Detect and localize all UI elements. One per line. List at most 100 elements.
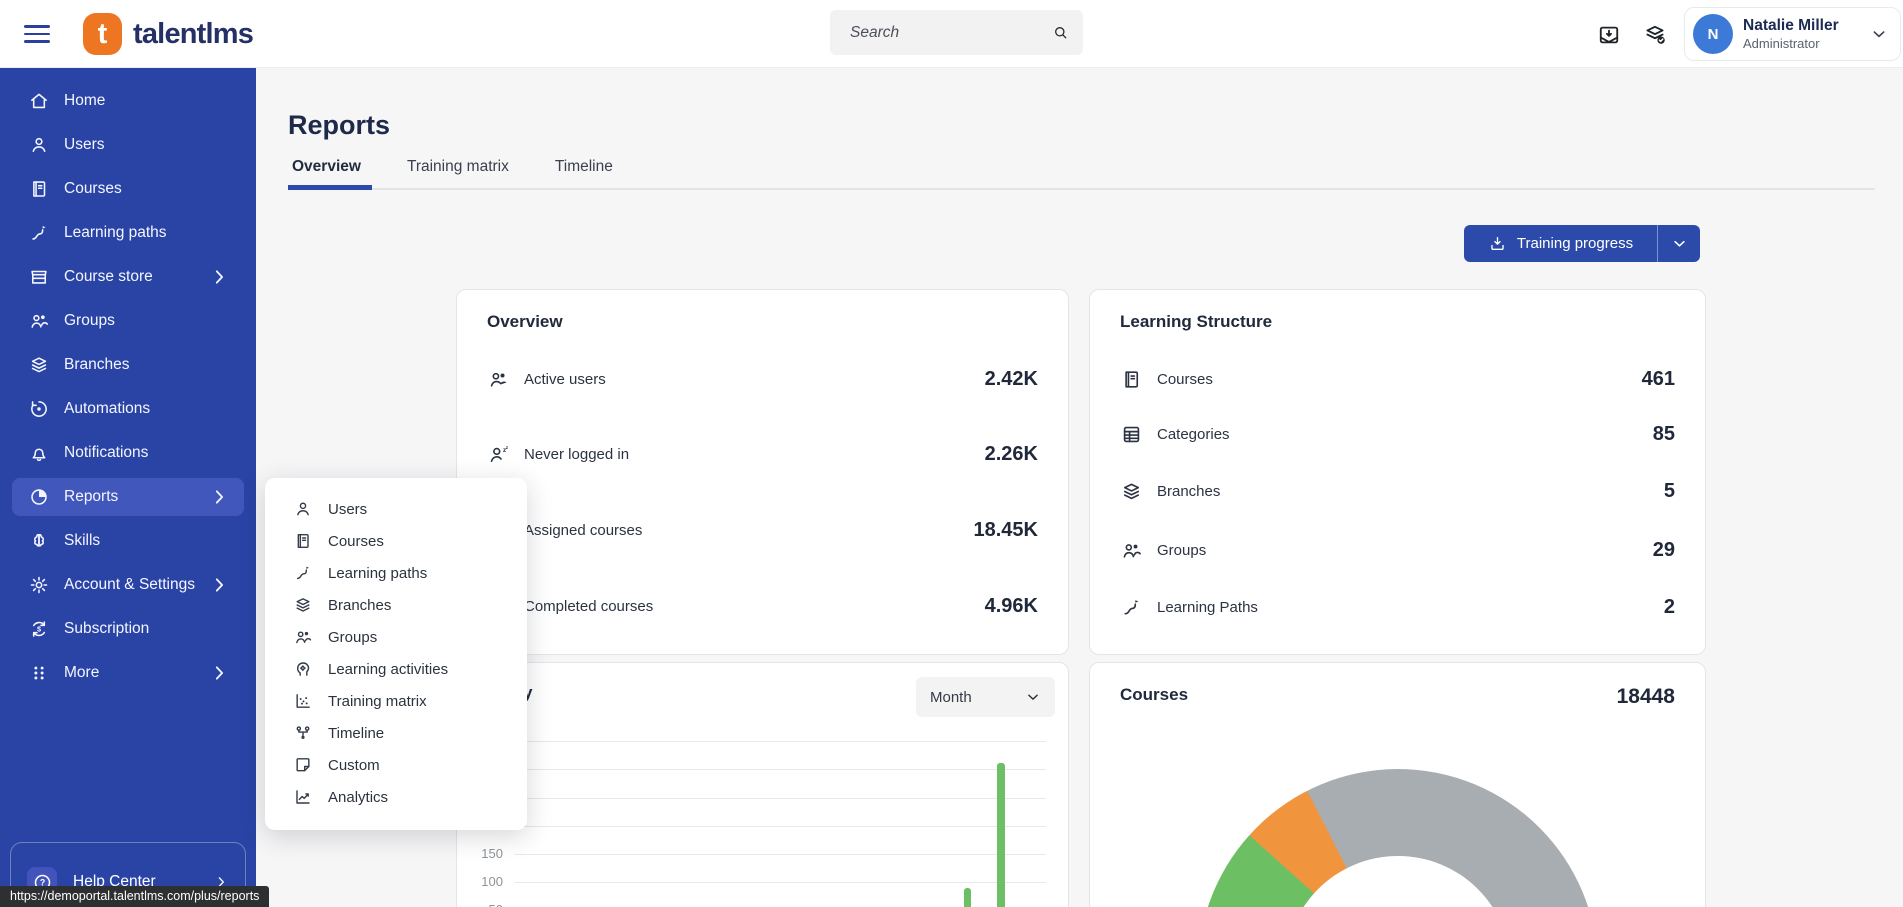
path-icon: [28, 222, 50, 244]
submenu-item-learning-activities[interactable]: Learning activities: [265, 653, 527, 685]
stat-label: Courses: [1157, 371, 1213, 388]
submenu-item-analytics[interactable]: Analytics: [265, 781, 527, 813]
sidebar-item-label: Home: [64, 92, 105, 110]
submenu-label: Training matrix: [328, 693, 427, 710]
sidebar-item-label: Course store: [64, 268, 153, 286]
stat-row-active-users: Active users 2.42K: [487, 359, 1038, 399]
book-icon: [28, 178, 50, 200]
sidebar-item-label: Courses: [64, 180, 122, 198]
y-axis-tick-100: 100: [461, 874, 503, 889]
chevron-down-icon: [1671, 235, 1688, 252]
stat-row-groups: Groups 29: [1120, 530, 1675, 570]
topbar: t talentlms N Natalie Miller Administrat…: [0, 0, 1903, 68]
stat-label: Completed courses: [524, 598, 653, 615]
search-input[interactable]: [848, 23, 1052, 43]
submenu-item-branches[interactable]: Branches: [265, 589, 527, 621]
home-icon: [28, 90, 50, 112]
stat-label: Assigned courses: [524, 522, 642, 539]
head-gear-icon: [293, 659, 313, 679]
chevron-down-icon[interactable]: [1870, 25, 1888, 43]
sidebar-item-label: Branches: [64, 356, 129, 374]
user-menu[interactable]: N Natalie Miller Administrator: [1684, 7, 1901, 61]
courses-donut[interactable]: [1198, 769, 1598, 907]
branch-switcher-icon[interactable]: [1642, 22, 1668, 48]
sidebar-item-label: More: [64, 664, 99, 682]
submenu-item-custom[interactable]: Custom: [265, 749, 527, 781]
sidebar-item-groups[interactable]: Groups: [12, 302, 244, 340]
search-box[interactable]: [830, 10, 1083, 55]
sidebar: Home Users Courses Learning paths Course…: [0, 68, 256, 907]
stat-value: 2: [1664, 596, 1675, 619]
submenu-item-training-matrix[interactable]: Training matrix: [265, 685, 527, 717]
subscription-icon: [28, 618, 50, 640]
sidebar-item-learning-paths[interactable]: Learning paths: [12, 214, 244, 252]
chart-bar[interactable]: [964, 888, 971, 907]
submenu-label: Timeline: [328, 725, 384, 742]
sidebar-item-label: Subscription: [64, 620, 149, 638]
chevron-down-icon: [1025, 689, 1041, 705]
tab-timeline[interactable]: Timeline: [551, 154, 617, 180]
sidebar-item-label: Account & Settings: [64, 576, 195, 594]
tab-training-matrix[interactable]: Training matrix: [403, 154, 513, 180]
export-dropdown-toggle[interactable]: [1658, 225, 1700, 262]
chart-gridline: [515, 798, 1046, 799]
user-role: Administrator: [1743, 36, 1839, 52]
sidebar-item-skills[interactable]: Skills: [12, 522, 244, 560]
stat-label: Categories: [1157, 426, 1230, 443]
stat-value: 29: [1653, 539, 1675, 562]
activity-chart-card: y Month 200 150 100 50: [456, 662, 1069, 907]
group-icon: [28, 310, 50, 332]
chevron-right-icon: [208, 266, 230, 288]
submenu-label: Groups: [328, 629, 377, 646]
sidebar-item-more[interactable]: More: [12, 654, 244, 692]
user-sleep-icon: [487, 443, 510, 466]
avatar: N: [1693, 14, 1733, 54]
download-icon: [1488, 234, 1507, 253]
hamburger-menu-icon[interactable]: [24, 21, 50, 47]
y-axis-tick-150: 150: [461, 846, 503, 861]
sidebar-item-label: Automations: [64, 400, 150, 418]
submenu-item-users[interactable]: Users: [265, 493, 527, 525]
sidebar-item-subscription[interactable]: Subscription: [12, 610, 244, 648]
sidebar-item-courses[interactable]: Courses: [12, 170, 244, 208]
sidebar-item-account-settings[interactable]: Account & Settings: [12, 566, 244, 604]
stat-row-never-logged-in: Never logged in 2.26K: [487, 434, 1038, 474]
sidebar-item-notifications[interactable]: Notifications: [12, 434, 244, 472]
sidebar-item-course-store[interactable]: Course store: [12, 258, 244, 296]
submenu-label: Analytics: [328, 789, 388, 806]
book-icon: [293, 531, 313, 551]
gear-icon: [28, 574, 50, 596]
submenu-item-learning-paths[interactable]: Learning paths: [265, 557, 527, 589]
courses-card-title: Courses: [1120, 685, 1188, 705]
active-tab-underline: [288, 185, 372, 190]
dots-grid-icon: [28, 662, 50, 684]
learning-structure-card-title: Learning Structure: [1120, 312, 1272, 332]
sidebar-item-automations[interactable]: Automations: [12, 390, 244, 428]
learning-structure-card: Learning Structure Courses 461 Categorie…: [1089, 289, 1706, 655]
submenu-item-groups[interactable]: Groups: [265, 621, 527, 653]
sidebar-item-users[interactable]: Users: [12, 126, 244, 164]
submenu-item-timeline[interactable]: Timeline: [265, 717, 527, 749]
chart-bar[interactable]: [997, 763, 1005, 907]
stat-label: Learning Paths: [1157, 599, 1258, 616]
submenu-item-courses[interactable]: Courses: [265, 525, 527, 557]
stat-value: 2.42K: [985, 368, 1038, 391]
submenu-label: Users: [328, 501, 367, 518]
period-select[interactable]: Month: [916, 677, 1055, 717]
search-icon[interactable]: [1052, 22, 1069, 43]
tab-overview[interactable]: Overview: [288, 154, 365, 180]
sidebar-item-reports[interactable]: Reports: [12, 478, 244, 516]
messages-inbox-icon[interactable]: [1596, 22, 1622, 48]
logo[interactable]: t talentlms: [83, 13, 253, 55]
sidebar-item-branches[interactable]: Branches: [12, 346, 244, 384]
matrix-icon: [293, 691, 313, 711]
talentlms-app: t talentlms N Natalie Miller Administrat…: [0, 0, 1903, 907]
training-progress-export-button[interactable]: Training progress: [1464, 225, 1700, 262]
chart-gridline: [515, 826, 1046, 827]
sidebar-item-label: Notifications: [64, 444, 148, 462]
chevron-right-icon: [208, 574, 230, 596]
stat-value: 4.96K: [985, 595, 1038, 618]
sidebar-item-home[interactable]: Home: [12, 82, 244, 120]
training-progress-button-main[interactable]: Training progress: [1464, 225, 1658, 262]
submenu-label: Learning activities: [328, 661, 448, 678]
